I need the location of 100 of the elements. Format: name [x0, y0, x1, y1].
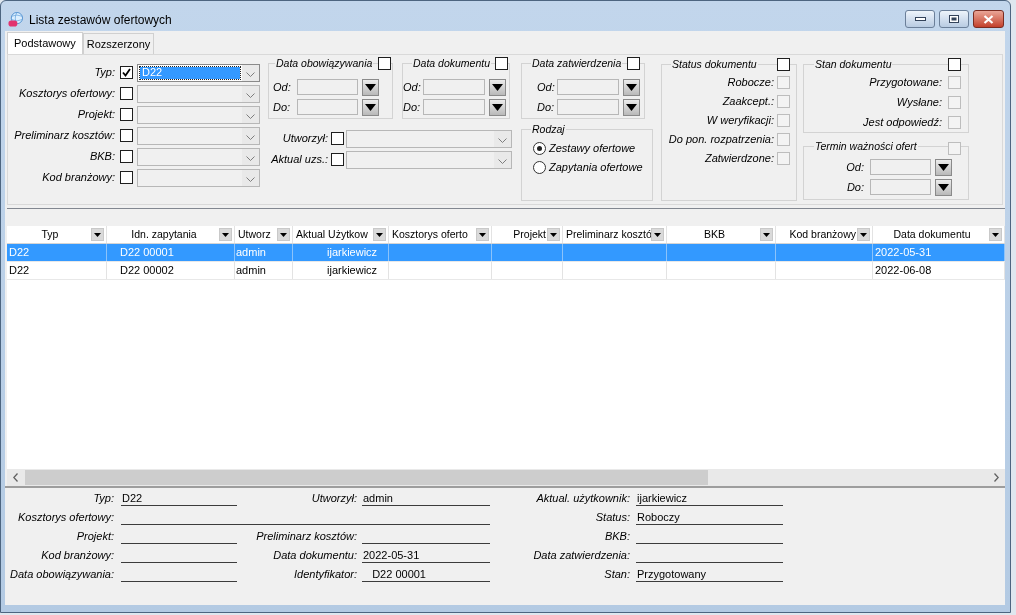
minimize-button[interactable]	[905, 10, 935, 28]
filter-label: Aktual uzs.:	[270, 153, 328, 166]
triangle-down-icon	[376, 232, 383, 237]
table-cell: 2022-06-08	[873, 262, 1005, 279]
checkbox[interactable]	[120, 171, 133, 184]
checkbox[interactable]	[378, 57, 391, 70]
column-header[interactable]: Idn. zapytania	[110, 228, 218, 241]
radio-label[interactable]: Zestawy ofertowe	[549, 142, 636, 155]
field-label: Aktual. użytkownik:	[535, 492, 630, 505]
column-header[interactable]: Kosztorys oferto	[392, 228, 475, 241]
triangle-down-icon	[492, 83, 503, 91]
checkmark-icon	[122, 68, 131, 77]
date-picker-button[interactable]	[623, 78, 640, 96]
maximize-button[interactable]	[939, 10, 969, 28]
triangle-down-icon	[938, 183, 949, 191]
filter-label: Do:	[403, 100, 422, 114]
triangle-down-icon	[860, 232, 867, 237]
field-label: Data obowiązywania:	[9, 568, 114, 581]
triangle-down-icon	[550, 232, 557, 237]
column-filter-button[interactable]	[91, 228, 104, 241]
column-filter-button[interactable]	[989, 228, 1002, 241]
column-header[interactable]: Utworz	[238, 228, 276, 241]
filter-label: Wysłane:	[896, 96, 942, 109]
column-filter-button[interactable]	[547, 228, 560, 241]
field-label: Data zatwierdzenia:	[532, 549, 630, 562]
date-picker-button[interactable]	[489, 78, 506, 96]
filter-label: Zatwierdzone:	[704, 152, 774, 165]
checkbox[interactable]	[627, 57, 640, 70]
filter-label: W weryfikacji:	[706, 114, 774, 127]
triangle-down-icon	[492, 103, 503, 111]
date-field[interactable]	[557, 79, 619, 95]
checkbox[interactable]	[120, 150, 133, 163]
tab[interactable]: Podstawowy	[7, 32, 83, 54]
column-filter-button[interactable]	[373, 228, 386, 241]
date-field[interactable]	[557, 99, 619, 115]
date-field[interactable]	[870, 159, 931, 175]
field-label: Preliminarz kosztów:	[255, 530, 357, 543]
checkbox[interactable]	[777, 58, 790, 71]
column-filter-button[interactable]	[760, 228, 773, 241]
column-header[interactable]: Typ	[10, 228, 90, 241]
table-cell: D22 00001	[107, 244, 235, 261]
column-header[interactable]: Projekt	[495, 228, 546, 241]
column-filter-button[interactable]	[651, 228, 664, 241]
column-filter-button[interactable]	[476, 228, 489, 241]
radio-label[interactable]: Zapytania ofertowe	[549, 161, 643, 174]
field-label: Kosztorys ofertowy:	[17, 511, 114, 524]
triangle-down-icon	[365, 83, 376, 91]
radio-button[interactable]	[533, 142, 546, 155]
date-picker-button[interactable]	[935, 178, 952, 196]
column-filter-button[interactable]	[857, 228, 870, 241]
checkbox[interactable]	[120, 108, 133, 121]
table-cell: ijarkiewicz	[293, 244, 389, 261]
date-picker-button[interactable]	[362, 78, 379, 96]
scrollbar-thumb[interactable]	[25, 470, 708, 485]
filter-label: Robocze:	[727, 76, 774, 89]
field-label: BKB:	[603, 530, 630, 543]
triangle-down-icon	[938, 163, 949, 171]
column-filter-button[interactable]	[277, 228, 290, 241]
date-field[interactable]	[297, 99, 358, 115]
filter-label: Do:	[845, 180, 864, 194]
table-row[interactable]: D22 D22 00002 admin ijarkiewicz 2022-06-08	[7, 262, 1005, 280]
chevron-down-icon	[498, 158, 507, 164]
checkbox[interactable]	[120, 129, 133, 142]
checkbox[interactable]	[331, 153, 344, 166]
triangle-down-icon	[222, 232, 229, 237]
table-cell: 2022-05-31	[873, 244, 1005, 261]
date-field[interactable]	[870, 179, 931, 195]
chevron-down-icon	[246, 176, 255, 182]
filter-label: Od:	[845, 160, 864, 174]
field-label: Kod branżowy:	[40, 549, 114, 562]
checkbox[interactable]	[120, 87, 133, 100]
checkbox[interactable]	[331, 132, 344, 145]
column-header[interactable]: BKB	[670, 228, 759, 241]
checkbox[interactable]	[948, 58, 961, 71]
date-field[interactable]	[423, 99, 485, 115]
filter-label: Preliminarz kosztów:	[13, 129, 115, 142]
field-label: Status:	[594, 511, 630, 524]
column-filter-button[interactable]	[219, 228, 232, 241]
close-button[interactable]	[973, 10, 1004, 28]
radio-button[interactable]	[533, 161, 546, 174]
date-field[interactable]	[423, 79, 485, 95]
column-header[interactable]: Aktual Użytkow	[296, 228, 372, 241]
date-picker-button[interactable]	[489, 98, 506, 116]
chevron-down-icon	[246, 134, 255, 140]
date-picker-button[interactable]	[623, 98, 640, 116]
filter-label: Jest odpowiedź:	[863, 115, 942, 129]
column-header[interactable]: Preliminarz kosztó	[566, 228, 650, 241]
column-header[interactable]: Kod branżowy	[779, 228, 856, 241]
checkbox[interactable]	[495, 57, 508, 70]
date-picker-button[interactable]	[935, 158, 952, 176]
date-picker-button[interactable]	[362, 98, 379, 116]
date-field[interactable]	[297, 79, 358, 95]
filter-label: Od:	[537, 80, 556, 94]
chevron-down-icon	[246, 92, 255, 98]
column-header[interactable]: Data dokumentu	[876, 228, 988, 241]
tab[interactable]: Rozszerzony	[82, 33, 155, 54]
table-cell: D22 00002	[107, 262, 235, 279]
checkbox[interactable]	[120, 66, 133, 79]
group-title: Data dokumentu	[412, 56, 492, 70]
chevron-down-icon	[246, 113, 255, 119]
